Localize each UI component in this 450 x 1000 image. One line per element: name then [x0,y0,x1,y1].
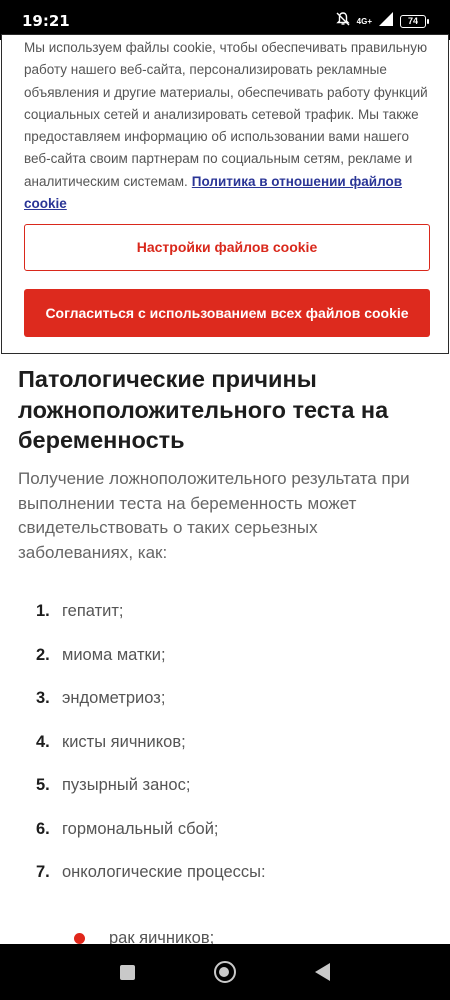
list-item: 1. гепатит; [36,600,266,644]
back-triangle-icon[interactable] [315,963,331,981]
list-item-text: эндометриоз; [62,689,166,707]
causes-list: 1. гепатит; 2. миома матки; 3. эндометриоз;… [36,600,266,905]
mute-bell-icon [335,11,351,32]
list-item: 3. эндометриоз; [36,687,266,731]
list-item-number: 3. [36,689,50,707]
list-item-text: гепатит; [62,602,124,620]
list-item: 2. миома матки; [36,644,266,688]
battery-icon: 74 [400,15,429,28]
bullet-dot-icon [74,933,85,944]
recents-square-icon[interactable] [119,964,135,980]
list-item: 6. гормональный сбой; [36,818,266,862]
list-item-text: миома матки; [62,645,166,664]
cookie-banner: Мы используем файлы cookie, чтобы обеспе… [1,34,449,354]
list-item-number: 5. [36,776,50,794]
list-item-number: 1. [36,602,50,620]
list-item-text: кисты яичников; [62,732,186,751]
list-item-text: пузырный занос; [62,776,191,794]
list-item-text: гормональный сбой; [62,819,219,838]
network-label: 4G+ [356,16,372,26]
list-item-number: 2. [36,645,50,664]
cookie-text: Мы используем файлы cookie, чтобы обеспе… [24,37,429,215]
status-icons: 4G+ 74 [335,11,429,32]
list-item: 4. кисты яичников; [36,731,266,775]
list-item-text: онкологические процессы: [62,863,266,881]
home-circle-icon[interactable] [213,961,236,983]
navigation-bar [0,944,450,1000]
status-time: 19:21 [22,12,70,30]
article-title: Патологические причины ложноположительно… [18,366,389,453]
list-item: 7. онкологические процессы: [36,861,266,905]
list-item-number: 6. [36,819,50,838]
list-item-number: 4. [36,732,50,751]
list-item: 5. пузырный занос; [36,774,266,818]
article-intro: Получение ложноположительного результата… [18,469,410,562]
list-item-number: 7. [36,863,50,881]
signal-icon [378,12,394,31]
accept-all-cookies-button[interactable]: Согласиться с использованием всех файлов… [24,289,430,337]
cookie-settings-button[interactable]: Настройки файлов cookie [24,224,430,271]
cookie-description: Мы используем файлы cookie, чтобы обеспе… [24,40,428,189]
